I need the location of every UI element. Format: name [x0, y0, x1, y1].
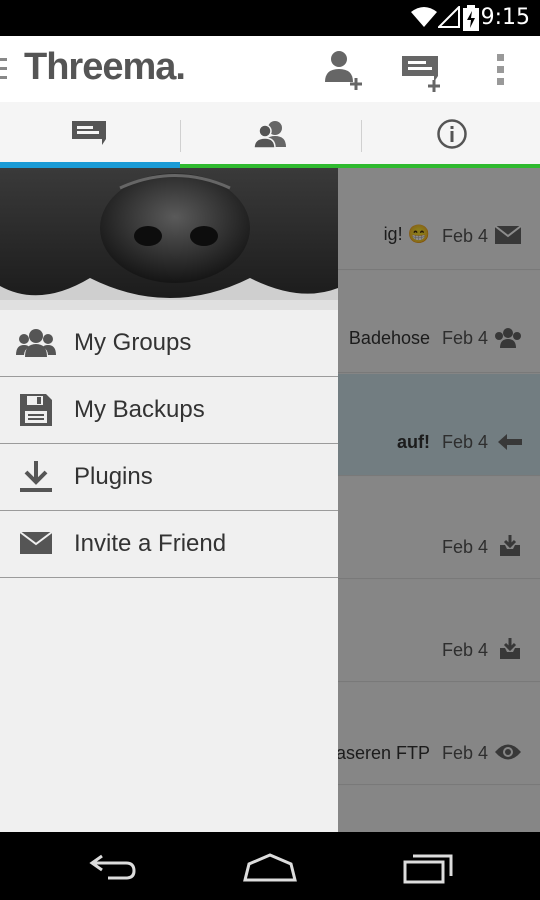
- dog-photo: [0, 168, 338, 310]
- download-icon: [20, 461, 52, 492]
- drawer-item-label: My Groups: [74, 329, 192, 356]
- recent-apps-icon[interactable]: [403, 852, 455, 884]
- drawer-item-label: Invite a Friend: [74, 530, 227, 557]
- battery-charging-icon: [463, 5, 479, 31]
- clock: 9:15: [480, 5, 530, 30]
- tab-bar: [0, 102, 540, 170]
- drawer-indicator-icon[interactable]: [0, 58, 8, 82]
- home-icon[interactable]: [243, 852, 297, 882]
- tab-conversations[interactable]: [0, 102, 180, 166]
- status-bar: 9:15: [0, 0, 540, 36]
- overflow-menu-icon[interactable]: [486, 48, 516, 92]
- drawer-item-invite-friend[interactable]: Invite a Friend: [0, 511, 338, 578]
- wifi-icon: [411, 7, 437, 27]
- drawer-item-my-groups[interactable]: My Groups: [0, 310, 338, 377]
- app-logo[interactable]: Threema.: [24, 46, 186, 89]
- floppy-disk-icon: [20, 394, 52, 426]
- action-bar: Threema.: [0, 36, 540, 102]
- message-icon: [72, 121, 106, 145]
- back-icon[interactable]: [88, 852, 138, 882]
- signal-icon: [438, 6, 460, 28]
- navigation-drawer: My Groups My Backups Plugins Invite a Fr…: [0, 168, 338, 832]
- groups-icon: [16, 329, 56, 357]
- info-icon: [437, 119, 467, 149]
- drawer-item-label: My Backups: [74, 396, 205, 423]
- contacts-icon: [253, 121, 286, 149]
- system-nav-bar: [0, 832, 540, 900]
- tab-info[interactable]: [362, 102, 540, 166]
- profile-photo[interactable]: [0, 168, 338, 310]
- drawer-item-plugins[interactable]: Plugins: [0, 444, 338, 511]
- add-contact-icon[interactable]: [322, 48, 366, 92]
- tab-contacts[interactable]: [181, 102, 361, 166]
- drawer-item-my-backups[interactable]: My Backups: [0, 377, 338, 444]
- envelope-icon: [19, 531, 53, 554]
- drawer-item-label: Plugins: [74, 463, 153, 490]
- new-message-icon[interactable]: [400, 48, 444, 92]
